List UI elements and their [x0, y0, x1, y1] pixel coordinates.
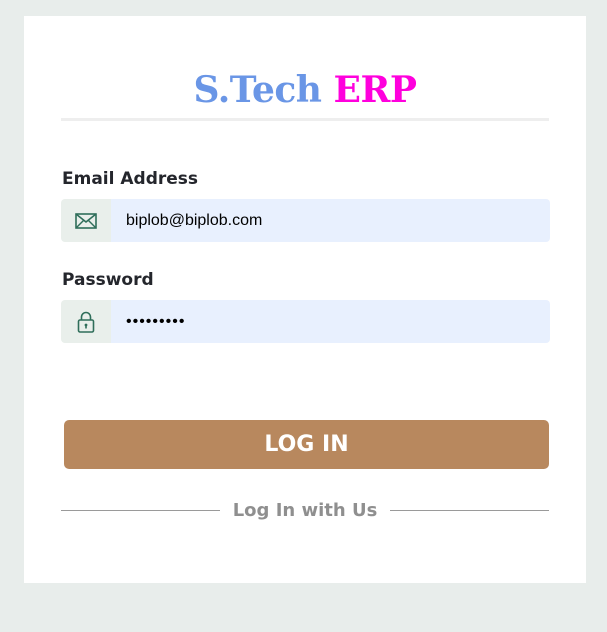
password-input[interactable] [111, 300, 550, 343]
email-field-group [61, 199, 550, 242]
separator-line-right [390, 509, 549, 511]
logo-text-accent: ERP [333, 69, 417, 111]
separator-text: Log In with Us [232, 499, 378, 521]
logo-text-primary: S.Tech [193, 69, 322, 111]
password-field-group [61, 300, 550, 343]
email-input[interactable] [111, 199, 550, 242]
email-label: Email Address [62, 169, 199, 189]
lock-icon [61, 300, 111, 343]
envelope-icon [61, 199, 111, 242]
login-button[interactable]: LOG IN [64, 420, 549, 469]
app-logo: S.Tech ERP [24, 68, 586, 112]
login-separator: Log In with Us [61, 496, 549, 524]
login-card: S.Tech ERP Email Address Password LOG [24, 16, 586, 583]
separator-line-left [61, 509, 220, 511]
password-label: Password [62, 270, 154, 290]
header-divider [61, 118, 549, 121]
